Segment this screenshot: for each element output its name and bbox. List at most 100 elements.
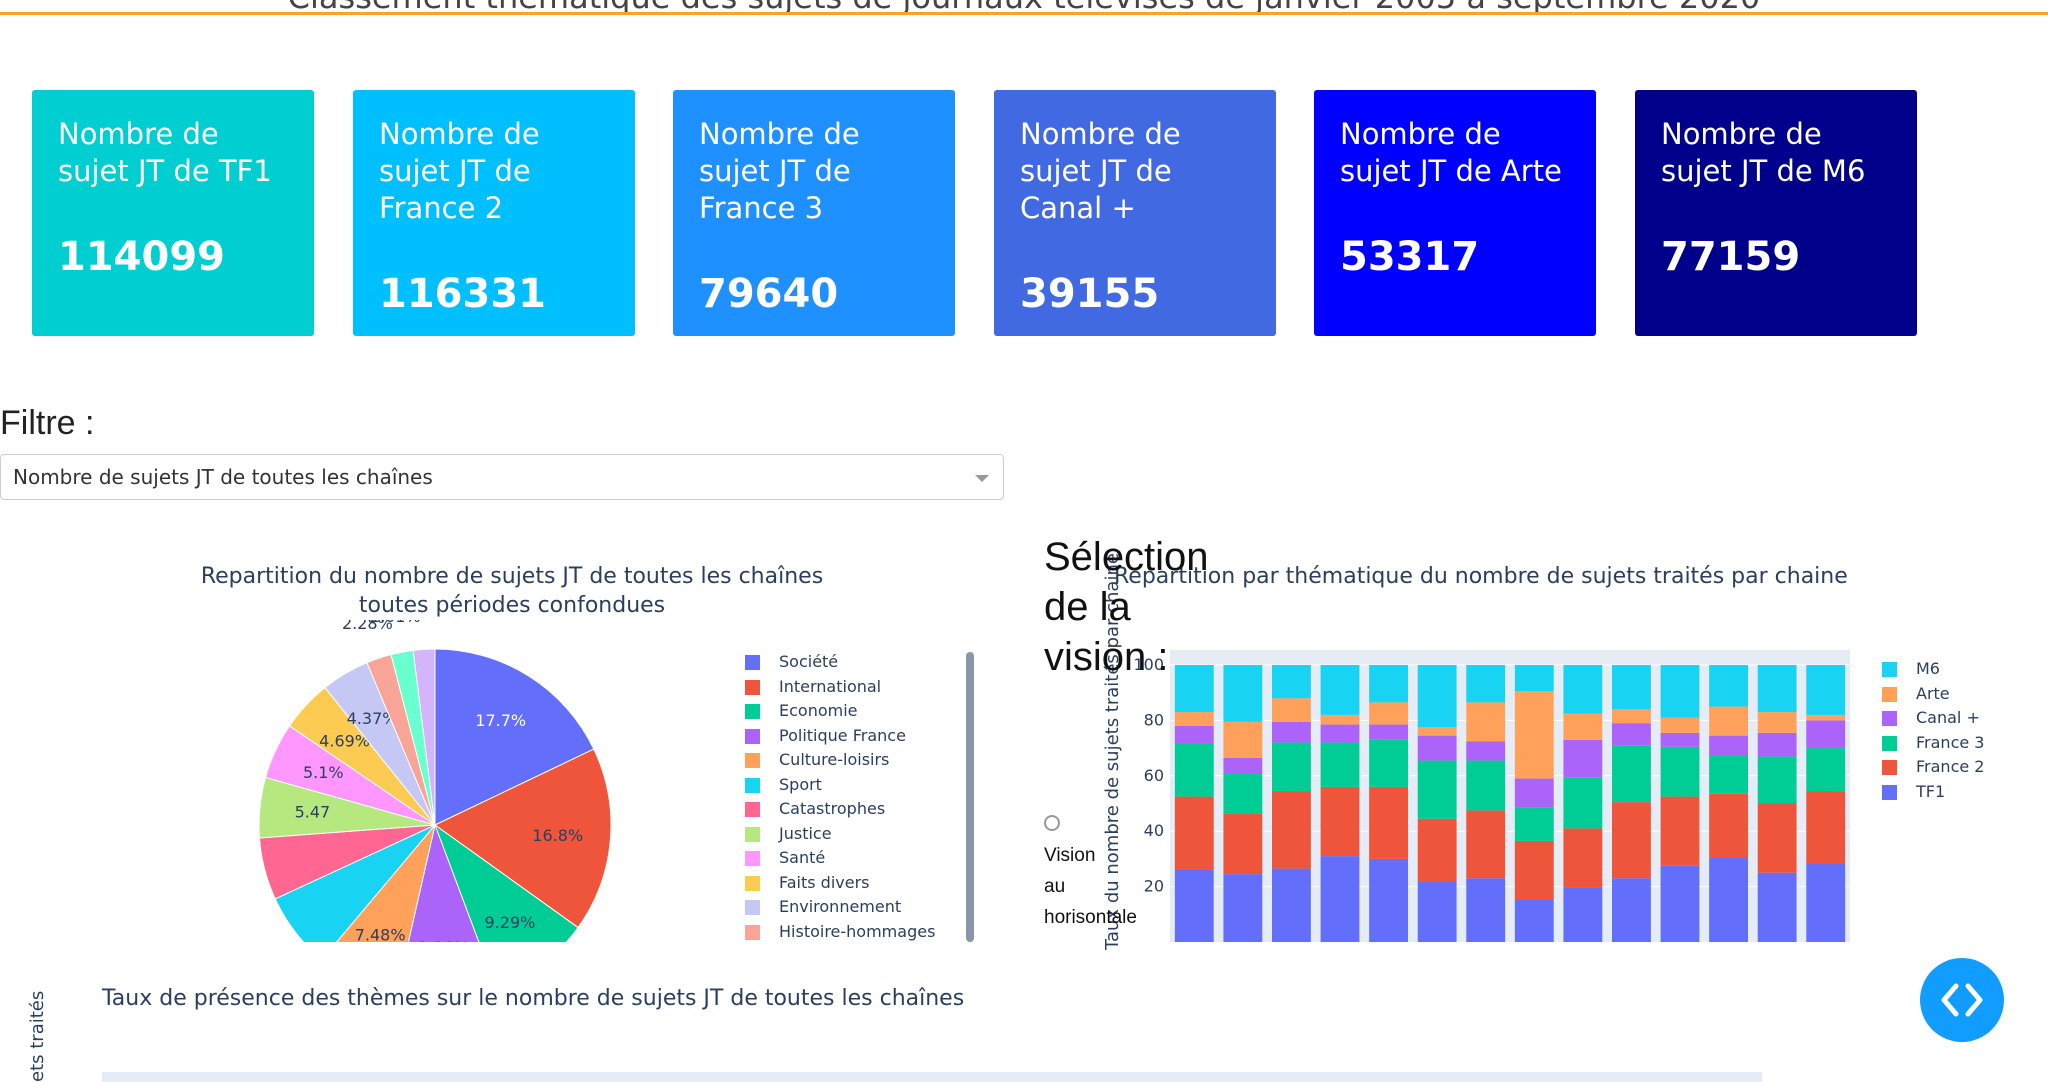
bar-segment[interactable]: [1369, 724, 1408, 740]
bar-segment[interactable]: [1369, 858, 1408, 942]
bar-segment[interactable]: [1174, 869, 1214, 942]
bar-segment[interactable]: [1806, 714, 1846, 721]
bar-segment[interactable]: [1806, 665, 1846, 715]
bar-segment[interactable]: [1806, 720, 1846, 749]
bar-segment[interactable]: [1174, 712, 1214, 726]
bar-segment[interactable]: [1223, 721, 1263, 758]
chevron-down-icon[interactable]: [975, 475, 989, 482]
bar-segment[interactable]: [1660, 865, 1700, 942]
bar-segment[interactable]: [1174, 725, 1214, 744]
legend-scrollbar-thumb[interactable]: [966, 652, 974, 942]
pie-chart-title: Repartition du nombre de sujets JT de to…: [200, 564, 824, 589]
bottom-chart-plot-area: [102, 1072, 1762, 1082]
bar-segment[interactable]: [1466, 810, 1506, 879]
bar-segment[interactable]: [1272, 791, 1311, 869]
bar-segment[interactable]: [1563, 887, 1603, 942]
bar-segment[interactable]: [1272, 868, 1311, 942]
bar-segment[interactable]: [1174, 665, 1214, 713]
bar-segment[interactable]: [1709, 857, 1748, 942]
bar-segment[interactable]: [1466, 741, 1506, 761]
bar-segment[interactable]: [1320, 665, 1360, 715]
bar-segment[interactable]: [1223, 665, 1263, 722]
bar-segment[interactable]: [1174, 796, 1214, 870]
bar-segment[interactable]: [1320, 856, 1360, 942]
bar-segment[interactable]: [1563, 828, 1603, 888]
bar-segment[interactable]: [1612, 745, 1651, 803]
bar-segment[interactable]: [1709, 793, 1748, 858]
vision-radio-button[interactable]: [1044, 815, 1060, 831]
bar-segment[interactable]: [1660, 665, 1700, 718]
legend-swatch: [745, 900, 760, 915]
bar-segment[interactable]: [1757, 712, 1797, 733]
kpi-card-value: 114099: [58, 234, 225, 280]
bar-segment[interactable]: [1563, 739, 1603, 778]
kpi-card-label: Nombre de sujet JT de TF1: [58, 117, 272, 188]
bar-segment[interactable]: [1514, 840, 1554, 900]
bar-segment[interactable]: [1417, 760, 1457, 819]
bar-segment[interactable]: [1369, 702, 1408, 725]
bar-segment[interactable]: [1612, 878, 1651, 942]
bar-segment[interactable]: [1660, 796, 1700, 866]
bar-segment[interactable]: [1466, 760, 1506, 811]
bar-segment[interactable]: [1612, 723, 1651, 746]
bar-segment[interactable]: [1660, 732, 1700, 747]
legend-swatch: [745, 679, 760, 695]
bar-segment[interactable]: [1223, 874, 1263, 942]
code-toggle-button[interactable]: [1920, 958, 2004, 1042]
bar-segment[interactable]: [1223, 757, 1263, 774]
bar-segment[interactable]: [1514, 899, 1554, 942]
bar-segment[interactable]: [1272, 665, 1311, 699]
bar-segment[interactable]: [1806, 748, 1846, 792]
bar-segment[interactable]: [1563, 713, 1603, 740]
bar-segment[interactable]: [1514, 691, 1554, 779]
bar-segment[interactable]: [1709, 665, 1748, 707]
filter-dropdown[interactable]: Nombre de sujets JT de toutes les chaîne…: [0, 454, 1004, 500]
bar-segment[interactable]: [1709, 755, 1748, 794]
bar-segment[interactable]: [1369, 665, 1408, 703]
bar-segment[interactable]: [1320, 724, 1360, 743]
vision-option-label[interactable]: Vision au horisontale: [1044, 840, 1137, 933]
bar-segment[interactable]: [1660, 717, 1700, 733]
bar-segment[interactable]: [1369, 739, 1408, 787]
bar-segment[interactable]: [1320, 786, 1360, 857]
bar-segment[interactable]: [1514, 665, 1554, 692]
bar-segment[interactable]: [1320, 714, 1360, 725]
bar-segment[interactable]: [1223, 813, 1263, 875]
bar-segment[interactable]: [1757, 732, 1797, 757]
bar-segment[interactable]: [1514, 807, 1554, 841]
bar-segment[interactable]: [1563, 665, 1603, 714]
bar-segment[interactable]: [1612, 665, 1651, 710]
bar-segment[interactable]: [1320, 742, 1360, 787]
bar-segment[interactable]: [1417, 727, 1457, 736]
bar-segment[interactable]: [1709, 706, 1748, 736]
bar-segment[interactable]: [1369, 786, 1408, 859]
bar-segment[interactable]: [1612, 709, 1651, 724]
bar-segment[interactable]: [1514, 778, 1554, 808]
bar-segment[interactable]: [1223, 773, 1263, 814]
bottom-chart-ylabel: ets traités: [27, 990, 48, 1082]
bar-segment[interactable]: [1466, 702, 1506, 742]
bar-segment[interactable]: [1757, 872, 1797, 942]
legend-swatch: [745, 655, 760, 670]
bar-segment[interactable]: [1806, 791, 1846, 864]
bar-segment[interactable]: [1466, 665, 1506, 703]
legend-swatch: [745, 777, 760, 793]
bar-segment[interactable]: [1806, 863, 1846, 942]
bar-segment[interactable]: [1174, 743, 1214, 797]
bar-segment[interactable]: [1757, 665, 1797, 713]
bar-segment[interactable]: [1660, 746, 1700, 797]
bar-segment[interactable]: [1709, 735, 1748, 756]
bar-segment[interactable]: [1757, 803, 1797, 873]
bar-segment[interactable]: [1417, 818, 1457, 882]
bar-segment[interactable]: [1417, 881, 1457, 942]
bar-segment[interactable]: [1272, 698, 1311, 722]
legend-label: France 2: [1916, 757, 1985, 776]
bar-segment[interactable]: [1466, 878, 1506, 942]
bar-segment[interactable]: [1612, 802, 1651, 879]
bar-segment[interactable]: [1272, 721, 1311, 743]
bar-segment[interactable]: [1417, 735, 1457, 761]
bar-segment[interactable]: [1757, 756, 1797, 804]
bar-segment[interactable]: [1272, 742, 1311, 792]
bar-segment[interactable]: [1417, 665, 1457, 728]
bar-segment[interactable]: [1563, 777, 1603, 829]
